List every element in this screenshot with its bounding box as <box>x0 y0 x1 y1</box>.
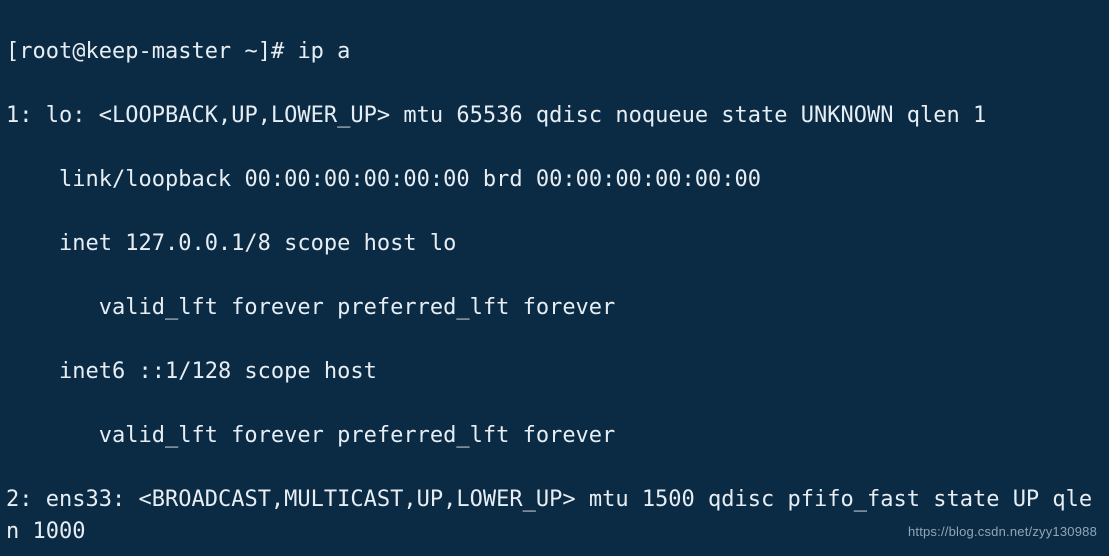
if-inet-lft-lo: valid_lft forever preferred_lft forever <box>6 292 1103 324</box>
prompt-line: [root@keep-master ~]# ip a <box>6 36 1103 68</box>
if-inet6-lo: inet6 ::1/128 scope host <box>6 356 1103 388</box>
if-header-lo: 1: lo: <LOOPBACK,UP,LOWER_UP> mtu 65536 … <box>6 100 1103 132</box>
if-inet-lo: inet 127.0.0.1/8 scope host lo <box>6 228 1103 260</box>
prompt-cwd: ~ <box>244 39 257 64</box>
if-inet6-lft-lo: valid_lft forever preferred_lft forever <box>6 420 1103 452</box>
typed-command: ip a <box>297 39 350 64</box>
prompt-user: root <box>19 39 72 64</box>
prompt-symbol: # <box>271 39 284 64</box>
watermark-text: https://blog.csdn.net/zyy130988 <box>908 516 1097 548</box>
if-link-lo: link/loopback 00:00:00:00:00:00 brd 00:0… <box>6 164 1103 196</box>
terminal-output[interactable]: [root@keep-master ~]# ip a 1: lo: <LOOPB… <box>0 0 1109 556</box>
prompt-host: keep-master <box>85 39 231 64</box>
